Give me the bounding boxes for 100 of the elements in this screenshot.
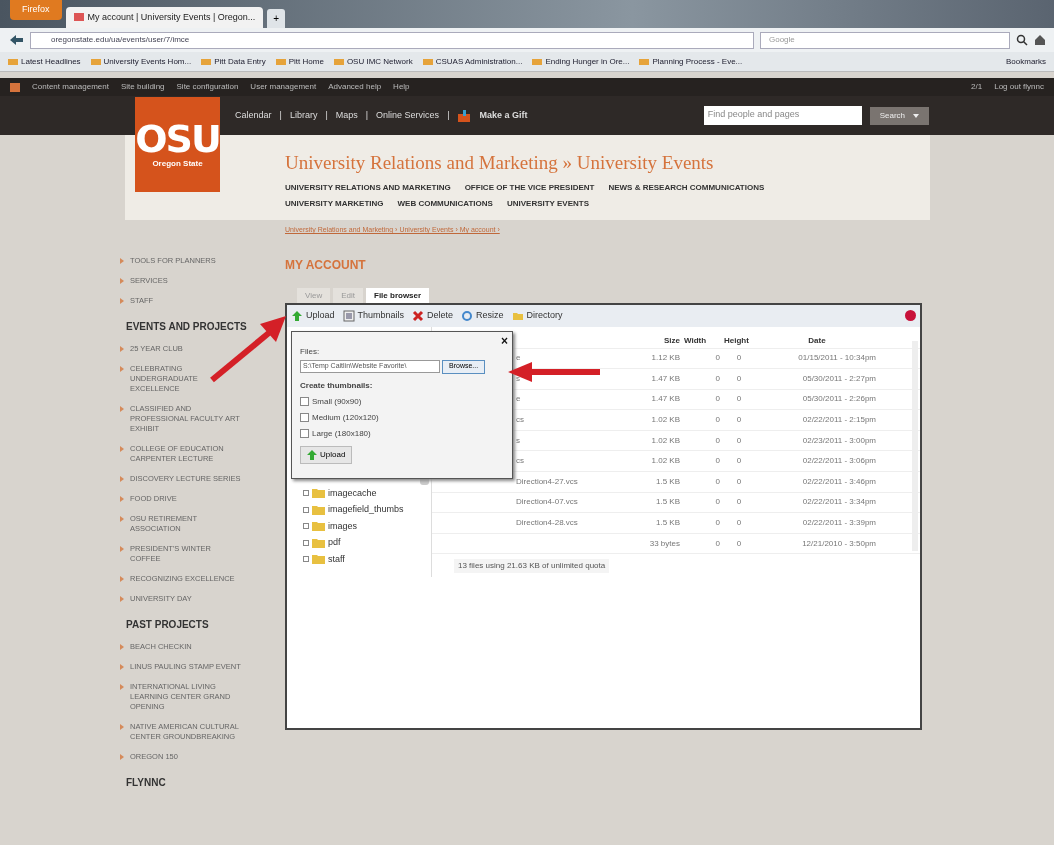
bullet-icon bbox=[120, 663, 124, 670]
bookmarks-menu[interactable]: Bookmarks bbox=[1006, 55, 1046, 68]
gift-link[interactable]: Make a Gift bbox=[479, 108, 528, 123]
admin-menu-link[interactable]: Site configuration bbox=[176, 81, 239, 93]
bookmark-link[interactable]: Pitt Data Entry bbox=[201, 55, 266, 68]
table-cell-text: 1.5 KB bbox=[655, 496, 680, 509]
checkbox[interactable] bbox=[300, 413, 309, 422]
table-cell-text: 0 bbox=[714, 393, 720, 406]
osu-logo[interactable]: OSU Oregon State bbox=[135, 97, 220, 192]
table-cell-text: 02/22/2011 - 2:15pm bbox=[801, 414, 876, 427]
address-bar[interactable]: oregonstate.edu/ua/events/user/7/imce bbox=[30, 31, 754, 49]
header-link[interactable]: UNIVERSITY EVENTS bbox=[506, 197, 590, 210]
toolbar-button[interactable]: Thumbnails bbox=[342, 308, 405, 323]
column-header[interactable]: Height bbox=[724, 335, 754, 347]
table-cell-text: 02/23/2011 - 3:00pm bbox=[801, 434, 876, 447]
page-tab[interactable]: File browser bbox=[366, 287, 430, 304]
header-link[interactable]: OFFICE OF THE VICE PRESIDENT bbox=[464, 181, 595, 194]
table-cell-text: 0 bbox=[735, 393, 743, 406]
table-cell-text: 0 bbox=[714, 352, 720, 365]
bookmark-link[interactable]: Latest Headlines bbox=[8, 55, 81, 68]
bookmark-link[interactable]: Planning Process - Eve... bbox=[639, 55, 743, 68]
file-name[interactable]: cs bbox=[516, 414, 626, 427]
logout-link[interactable]: Log out flynnc bbox=[994, 81, 1044, 93]
nav-link[interactable]: Calendar bbox=[235, 108, 272, 123]
admin-menu-link[interactable]: Advanced help bbox=[328, 81, 382, 93]
toolbar-button[interactable]: Upload bbox=[291, 308, 335, 323]
browser-tab[interactable]: My account | University Events | Oregon... bbox=[65, 6, 264, 28]
search-button[interactable]: Search bbox=[869, 106, 929, 125]
upload-icon bbox=[307, 449, 317, 460]
bullet-icon bbox=[120, 575, 124, 582]
table-cell-text: 02/22/2011 - 3:46pm bbox=[801, 475, 876, 488]
folder-name[interactable]: imagecache bbox=[328, 486, 377, 500]
header-link[interactable]: UNIVERSITY MARKETING bbox=[285, 197, 384, 210]
file-name[interactable]: Direction4-28.vcs bbox=[516, 517, 626, 530]
expand-icon[interactable] bbox=[303, 506, 309, 513]
bullet-icon bbox=[120, 753, 124, 760]
file-name[interactable]: e bbox=[516, 352, 626, 365]
nav-link[interactable]: Maps bbox=[335, 108, 358, 123]
file-name[interactable]: Direction4-07.vcs bbox=[516, 496, 626, 509]
folder-name[interactable]: pdf bbox=[328, 536, 341, 550]
nav-divider: | bbox=[279, 108, 282, 122]
checkbox[interactable] bbox=[300, 397, 309, 406]
file-name[interactable]: cs bbox=[516, 455, 626, 468]
table-cell-text: 0 bbox=[735, 475, 743, 488]
folder-name[interactable]: imagefield_thumbs bbox=[328, 503, 404, 517]
table-cell-text: 05/30/2011 - 2:26pm bbox=[801, 393, 876, 406]
column-header[interactable]: Size bbox=[630, 335, 680, 347]
header-link[interactable]: WEB COMMUNICATIONS bbox=[397, 197, 493, 210]
bookmark-link[interactable]: Pitt Home bbox=[275, 55, 324, 68]
admin-menu-link[interactable]: Help bbox=[393, 81, 410, 93]
back-icon bbox=[8, 33, 24, 47]
expand-icon[interactable] bbox=[303, 539, 309, 546]
upload-button[interactable]: Upload bbox=[300, 445, 353, 464]
bookmark-link[interactable]: CSUAS Administration... bbox=[422, 55, 523, 68]
admin-menu-link[interactable]: User management bbox=[250, 81, 317, 93]
column-header[interactable]: Width bbox=[684, 335, 720, 347]
table-cell-text: 0 bbox=[735, 537, 743, 550]
folder-name[interactable]: images bbox=[328, 519, 357, 533]
nav-link[interactable]: Online Services bbox=[376, 108, 440, 123]
bookmark-icon bbox=[333, 58, 344, 65]
close-button[interactable]: × bbox=[501, 331, 508, 350]
bookmark-icon bbox=[422, 58, 433, 65]
bookmark-icon bbox=[639, 58, 650, 65]
table-cell-text: 0 bbox=[714, 414, 720, 427]
bullet-icon bbox=[120, 475, 124, 482]
folder-icon bbox=[312, 488, 325, 499]
column-header[interactable]: Date bbox=[758, 335, 876, 347]
bookmark-link[interactable]: OSU IMC Network bbox=[333, 55, 413, 68]
caret-icon bbox=[913, 113, 919, 118]
file-name[interactable]: s bbox=[516, 434, 626, 447]
expand-icon[interactable] bbox=[303, 490, 309, 497]
checkbox[interactable] bbox=[300, 429, 309, 438]
nav-divider: | bbox=[325, 108, 328, 122]
home-icon bbox=[1034, 34, 1046, 46]
gift-icon bbox=[457, 109, 472, 122]
table-cell-text: 01/15/2011 - 10:34pm bbox=[797, 352, 876, 365]
folder-name[interactable]: staff bbox=[328, 552, 345, 566]
table-cell-text: 0 bbox=[714, 372, 720, 385]
header-link[interactable]: UNIVERSITY RELATIONS AND MARKETING bbox=[285, 181, 451, 194]
file-name[interactable]: e bbox=[516, 393, 626, 406]
image-icon bbox=[342, 309, 355, 322]
checkbox-label: Large (180x180) bbox=[312, 427, 371, 440]
user-count: 2/1 bbox=[971, 81, 983, 93]
people-search-field[interactable]: Find people and pages bbox=[703, 106, 862, 125]
admin-menu-link[interactable]: Site building bbox=[120, 81, 165, 93]
bookmark-link[interactable]: University Events Hom... bbox=[90, 55, 192, 68]
new-tab-button[interactable]: + bbox=[267, 9, 286, 28]
admin-menu-link[interactable]: Content management bbox=[32, 81, 109, 93]
table-cell-text: 0 bbox=[735, 372, 743, 385]
header-link[interactable]: NEWS & RESEARCH COMMUNICATIONS bbox=[608, 181, 765, 194]
bullet-icon bbox=[120, 683, 124, 690]
toolbar-button[interactable]: Delete bbox=[412, 308, 454, 323]
expand-icon[interactable] bbox=[303, 523, 309, 530]
bookmark-link[interactable]: Ending Hunger in Ore... bbox=[532, 55, 630, 68]
nav-link[interactable]: Library bbox=[289, 108, 318, 123]
toolbar-button[interactable]: Directory bbox=[511, 308, 563, 323]
help-icon[interactable] bbox=[905, 310, 916, 321]
toolbar-button[interactable]: Resize bbox=[461, 308, 504, 323]
expand-icon[interactable] bbox=[303, 556, 309, 563]
file-name[interactable]: Direction4-27.vcs bbox=[516, 475, 626, 488]
